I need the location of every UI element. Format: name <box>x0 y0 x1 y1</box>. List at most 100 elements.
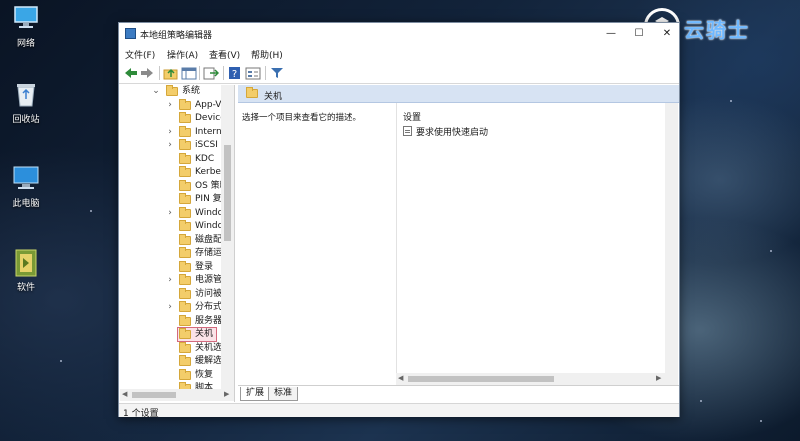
tree-item-label: PIN 复 <box>195 194 222 204</box>
folder-icon <box>179 207 191 218</box>
tree-pane[interactable]: ⌄ 系统 › App-V Device › Interne › iSCSI KD <box>120 85 235 402</box>
tree-item[interactable]: 缓解选 <box>166 355 222 368</box>
expand-icon[interactable]: › <box>166 274 174 287</box>
expand-icon[interactable]: › <box>166 301 174 314</box>
show-tree-icon[interactable] <box>181 66 197 80</box>
expand-icon[interactable]: › <box>166 99 174 112</box>
up-folder-icon[interactable] <box>163 66 179 80</box>
help-icon[interactable]: ? <box>227 66 243 80</box>
tab-extended[interactable]: 扩展 <box>240 387 271 401</box>
expand-icon[interactable]: › <box>166 126 174 139</box>
tree-item[interactable]: 存储运 <box>166 247 222 260</box>
menu-bar: 文件(F) 操作(A) 查看(V) 帮助(H) <box>119 45 679 62</box>
view-tabs: 扩展 标准 <box>238 385 679 402</box>
tree-item-label: iSCSI <box>195 140 218 150</box>
tree-item[interactable]: Kerber <box>166 166 225 179</box>
desktop-icon-recycle-bin[interactable]: 回收站 <box>6 80 46 125</box>
folder-icon <box>179 301 191 312</box>
list-vertical-scrollbar[interactable] <box>665 103 678 373</box>
scroll-left-icon[interactable]: ◀ <box>398 374 403 382</box>
details-header: 关机 <box>238 85 679 103</box>
tree-item[interactable]: Windo <box>166 220 223 233</box>
minimize-button[interactable]: — <box>597 23 625 45</box>
tree-item[interactable]: › 分布式 <box>166 301 222 314</box>
folder-icon <box>179 288 191 299</box>
expand-icon[interactable]: › <box>166 207 174 220</box>
watermark-text: 云骑士 <box>684 18 750 42</box>
menu-help[interactable]: 帮助(H) <box>251 48 283 61</box>
tree-item-selected[interactable]: 关机 <box>177 327 217 342</box>
tree-item[interactable]: 访问被 <box>166 288 222 301</box>
folder-icon <box>179 342 191 353</box>
tree-item-label: 访问被 <box>195 289 223 299</box>
scroll-left-icon[interactable]: ◀ <box>122 390 127 398</box>
scroll-right-icon[interactable]: ▶ <box>656 374 661 382</box>
properties-icon[interactable] <box>245 66 261 80</box>
folder-icon <box>246 87 258 98</box>
column-header-setting[interactable]: 设置 <box>403 110 421 123</box>
folder-icon <box>166 85 178 96</box>
desktop-icon-software[interactable]: 软件 <box>6 248 46 293</box>
group-policy-editor-window: 本地组策略编辑器 — ☐ ✕ 文件(F) 操作(A) 查看(V) 帮助(H) ? <box>118 22 680 419</box>
network-icon <box>12 4 40 32</box>
tree-vertical-scrollbar[interactable] <box>221 85 234 389</box>
desktop-icon-label: 网络 <box>16 39 35 49</box>
tree-item[interactable]: 登录 <box>166 261 222 274</box>
expand-icon[interactable]: › <box>166 139 174 152</box>
tree-item-label: 电源管 <box>195 275 223 285</box>
maximize-button[interactable]: ☐ <box>625 23 653 45</box>
scroll-right-icon[interactable]: ▶ <box>224 390 229 398</box>
folder-icon <box>179 112 191 123</box>
tree-item[interactable]: 磁盘配 <box>166 234 222 247</box>
tree-item-label: 分布式 <box>195 302 223 312</box>
tree-item[interactable]: › App-V <box>166 99 222 112</box>
desktop-icon-this-pc[interactable]: 此电脑 <box>6 164 46 209</box>
menu-view[interactable]: 查看(V) <box>209 48 240 61</box>
tree-item[interactable]: ⌄ 系统 <box>152 85 222 98</box>
tree-item[interactable]: 恢复 <box>166 369 222 382</box>
title-bar[interactable]: 本地组策略编辑器 — ☐ ✕ <box>119 23 679 45</box>
description-text: 选择一个项目来查看它的描述。 <box>242 113 362 123</box>
tree-item[interactable]: KDC <box>166 153 222 166</box>
desktop-icon-network[interactable]: 网络 <box>6 4 46 49</box>
scrollbar-thumb[interactable] <box>224 145 231 241</box>
folder-icon <box>179 261 191 272</box>
folder-icon <box>179 355 191 366</box>
tree-item[interactable]: › Interne <box>166 126 227 139</box>
tree-item-label: 磁盘配 <box>195 235 223 245</box>
tree-item-label: 存储运 <box>195 248 223 258</box>
tree-item[interactable]: Device <box>166 112 226 125</box>
tab-standard[interactable]: 标准 <box>268 387 299 401</box>
scrollbar-thumb[interactable] <box>408 376 554 382</box>
export-icon[interactable] <box>203 66 220 80</box>
tree-item[interactable]: › 电源管 <box>166 274 222 287</box>
menu-file[interactable]: 文件(F) <box>125 48 155 61</box>
tree-item[interactable]: › Windo <box>166 207 223 220</box>
tree-item[interactable]: 关机选 <box>166 342 222 355</box>
folder-icon <box>179 139 191 150</box>
settings-list[interactable]: 设置 要求使用快速启动 <box>396 103 665 373</box>
scrollbar-thumb[interactable] <box>132 392 176 398</box>
tree-item[interactable]: 服务器 <box>166 315 222 328</box>
folder-icon <box>179 369 191 380</box>
tree-item[interactable]: › iSCSI <box>166 139 222 152</box>
tree-item[interactable]: PIN 复 <box>166 193 222 206</box>
tree-item-label: 系统 <box>182 86 201 96</box>
filter-icon[interactable] <box>269 66 285 80</box>
tree-item-label: 登录 <box>195 262 214 272</box>
tree-item[interactable]: OS 策略 <box>166 180 229 193</box>
desktop-icon-label: 回收站 <box>12 115 40 125</box>
back-icon[interactable] <box>123 66 139 80</box>
tree-item-label: 恢复 <box>195 370 214 380</box>
list-horizontal-scrollbar[interactable]: ◀ ▶ <box>396 373 678 385</box>
forward-icon[interactable] <box>139 66 155 80</box>
menu-action[interactable]: 操作(A) <box>167 48 198 61</box>
tree-item-label: 脚本 <box>195 383 214 389</box>
folder-icon <box>179 315 191 326</box>
toolbar-separator <box>223 66 224 80</box>
tree-item[interactable]: 脚本 <box>166 382 222 389</box>
close-button[interactable]: ✕ <box>653 23 681 45</box>
tree-horizontal-scrollbar[interactable]: ◀ ▶ <box>120 389 234 401</box>
folder-icon <box>179 180 191 191</box>
collapse-icon[interactable]: ⌄ <box>152 85 160 98</box>
